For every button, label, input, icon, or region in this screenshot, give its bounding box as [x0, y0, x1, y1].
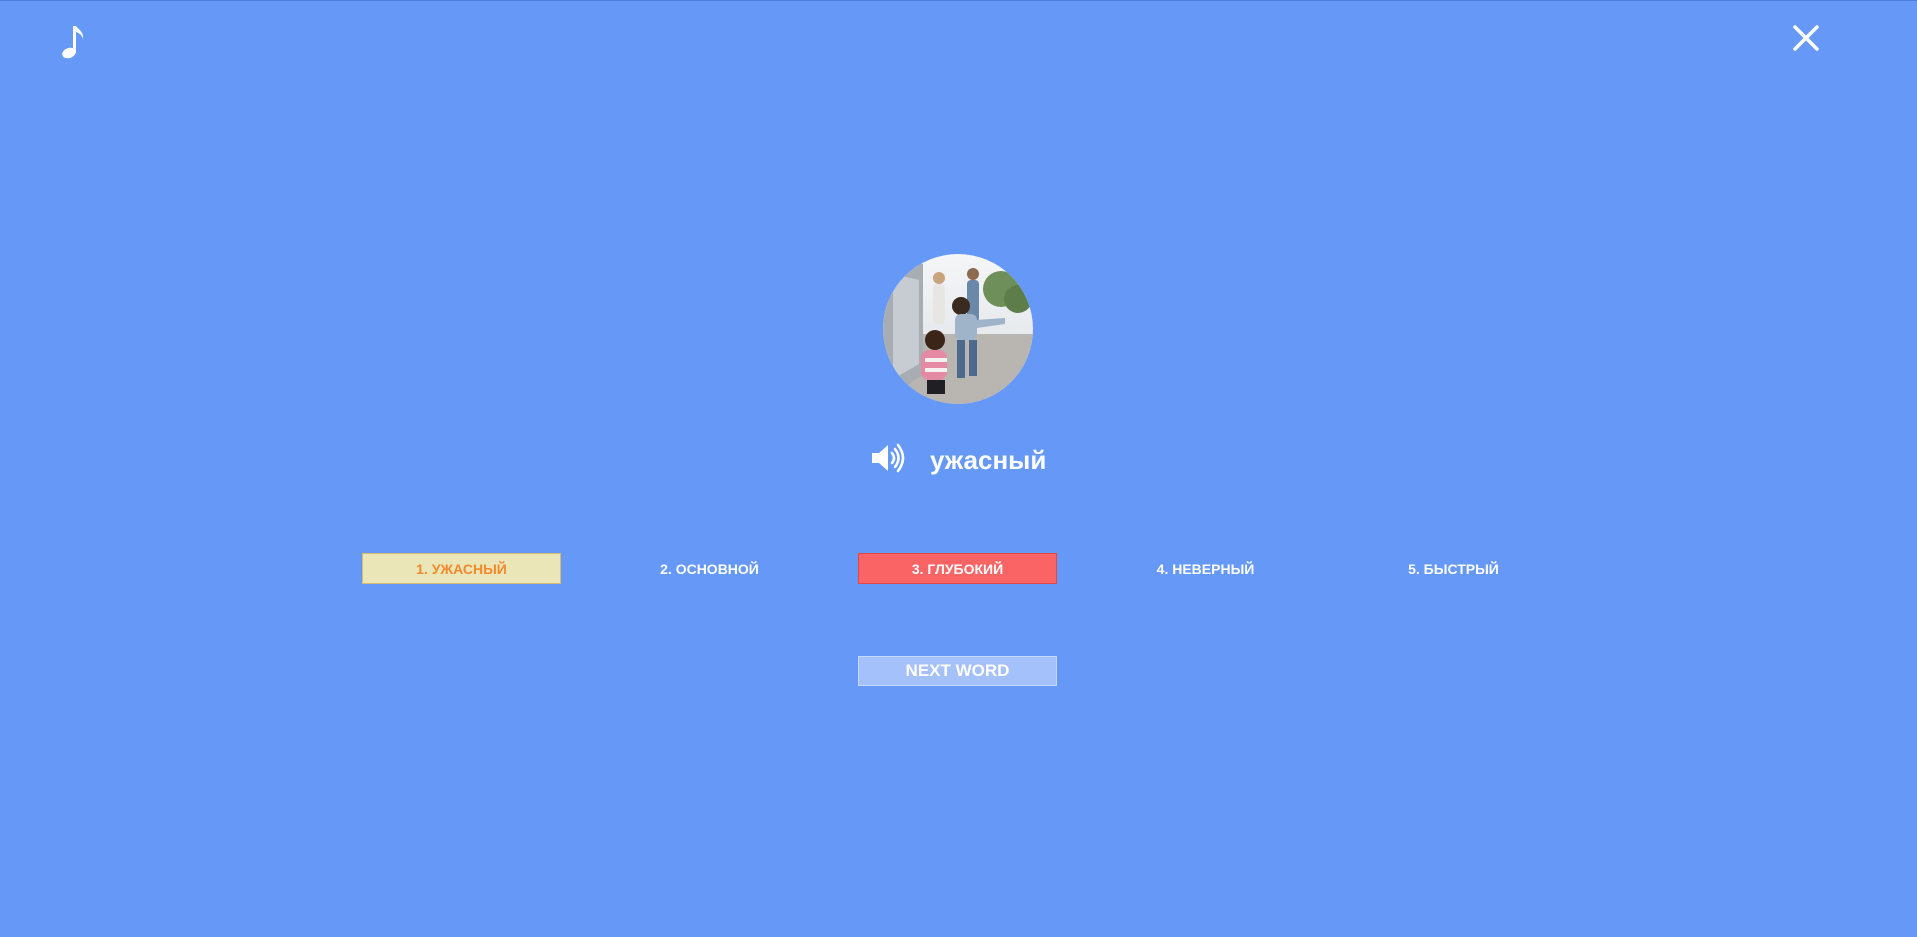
word-row: ужасный: [870, 438, 1046, 482]
next-word-button[interactable]: NEXT WORD: [858, 656, 1057, 686]
speaker-icon[interactable]: [870, 442, 910, 478]
top-border: [0, 0, 1917, 1]
option-4[interactable]: 4. НЕВЕРНЫЙ: [1106, 553, 1305, 584]
option-2[interactable]: 2. ОСНОВНОЙ: [610, 553, 809, 584]
option-5[interactable]: 5. БЫСТРЫЙ: [1354, 553, 1553, 584]
target-word: ужасный: [930, 444, 1047, 475]
word-image: [883, 254, 1033, 404]
music-note-icon[interactable]: [58, 22, 88, 62]
option-1[interactable]: 1. УЖАСНЫЙ: [362, 553, 561, 584]
close-icon[interactable]: [1792, 24, 1820, 52]
option-3[interactable]: 3. ГЛУБОКИЙ: [858, 553, 1057, 584]
